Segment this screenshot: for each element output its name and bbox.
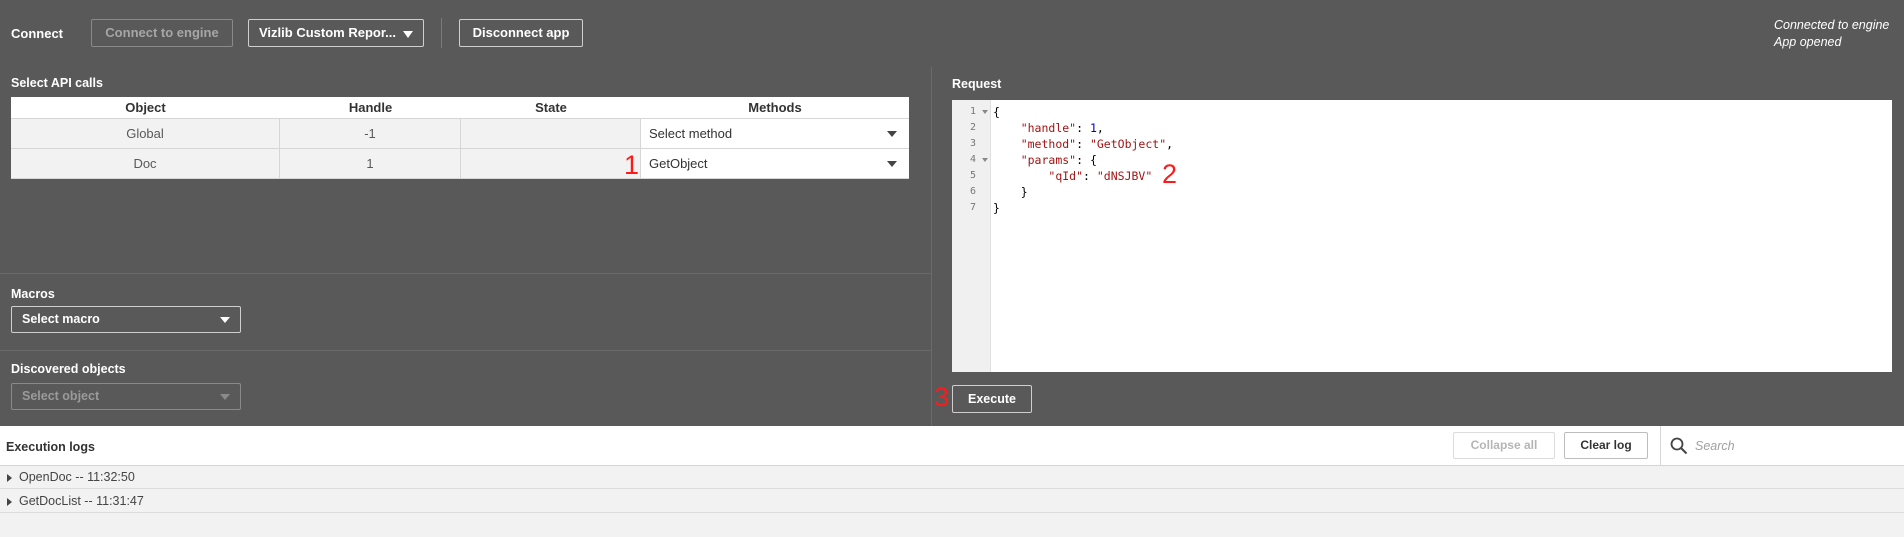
code-line: "qId": "dNSJBV" <box>1048 169 1153 183</box>
select-macro-value: Select macro <box>22 312 100 326</box>
app-select-dropdown[interactable]: Vizlib Custom Repor... <box>248 19 424 47</box>
discovered-objects-title: Discovered objects <box>11 362 126 376</box>
connect-label: Connect <box>11 26 63 41</box>
column-header-object: Object <box>125 100 166 115</box>
code-line: } <box>993 185 1028 199</box>
cell-handle: 1 <box>280 149 461 178</box>
toolbar: Connect Connect to engine Vizlib Custom … <box>0 0 1904 67</box>
macros-title: Macros <box>11 287 55 301</box>
select-macro-dropdown[interactable]: Select macro <box>11 306 241 333</box>
annotation-marker-1: 1 <box>624 150 640 180</box>
line-number: 3 <box>970 138 977 149</box>
log-entry-label: OpenDoc -- 11:32:50 <box>19 470 135 484</box>
annotation-marker-3: 3 <box>934 382 950 412</box>
section-divider <box>0 273 931 274</box>
search-icon <box>1670 437 1688 455</box>
status-line-app: App opened <box>1774 35 1842 49</box>
connection-status: Connected to engine App opened <box>1774 17 1904 51</box>
clear-log-button[interactable]: Clear log <box>1564 432 1648 459</box>
code-key: "params" <box>1020 153 1077 167</box>
code-line: "handle": 1, <box>1020 121 1104 135</box>
execution-logs-panel: Execution logs Collapse all Clear log Op… <box>0 426 1904 537</box>
code-line: } <box>993 201 1000 215</box>
collapse-all-button[interactable]: Collapse all <box>1453 432 1555 459</box>
chevron-down-icon <box>887 131 897 137</box>
select-api-calls-title: Select API calls <box>11 76 103 90</box>
table-row-doc[interactable]: Doc 1 GetObject <box>11 149 909 179</box>
code-line: "params": { <box>1020 153 1097 167</box>
status-line-engine: Connected to engine <box>1774 18 1890 32</box>
chevron-down-icon <box>220 317 230 323</box>
select-object-dropdown[interactable]: Select object <box>11 383 241 410</box>
column-header-state: State <box>535 100 567 115</box>
line-number: 2 <box>970 122 977 133</box>
disconnect-app-button[interactable]: Disconnect app <box>459 19 583 47</box>
log-entry[interactable]: OpenDoc -- 11:32:50 <box>0 466 1904 489</box>
cell-object: Doc <box>11 149 280 178</box>
method-select-global[interactable]: Select method <box>641 119 909 148</box>
line-number: 7 <box>970 202 977 213</box>
code-key: "qId" <box>1048 169 1084 183</box>
method-select-value: GetObject <box>649 156 708 171</box>
annotation-marker-2: 2 <box>1162 159 1178 189</box>
api-calls-table: Object Handle State Methods Global -1 Se… <box>11 97 909 179</box>
fold-arrow-icon[interactable] <box>982 110 988 114</box>
method-select-doc[interactable]: GetObject <box>641 149 909 178</box>
column-header-methods: Methods <box>748 100 802 115</box>
line-number: 6 <box>970 186 977 197</box>
expand-arrow-icon[interactable] <box>7 498 12 506</box>
log-entry[interactable]: GetDocList -- 11:31:47 <box>0 490 1904 513</box>
cell-object: Global <box>11 119 280 148</box>
cell-handle: -1 <box>280 119 461 148</box>
app-select-value: Vizlib Custom Repor... <box>259 25 397 40</box>
chevron-down-icon <box>220 394 230 400</box>
code-value: "GetObject" <box>1089 137 1167 151</box>
code-line: { <box>993 105 1000 119</box>
code-key: "method" <box>1020 137 1077 151</box>
code-key: "handle" <box>1020 121 1077 135</box>
request-title: Request <box>952 77 1002 91</box>
cell-state <box>461 119 641 148</box>
section-divider <box>0 350 931 351</box>
execution-logs-title: Execution logs <box>6 440 95 454</box>
select-object-value: Select object <box>22 389 100 403</box>
fold-arrow-icon[interactable] <box>982 158 988 162</box>
line-number: 5 <box>970 170 977 181</box>
table-row-global[interactable]: Global -1 Select method <box>11 119 909 149</box>
code-value: "dNSJBV" <box>1096 169 1153 183</box>
code-value: 1 <box>1089 121 1097 135</box>
log-entry-label: GetDocList -- 11:31:47 <box>19 494 144 508</box>
method-select-value: Select method <box>649 126 733 141</box>
log-search <box>1660 426 1904 466</box>
code-line: "method": "GetObject", <box>1020 137 1174 151</box>
editor-gutter: 1 2 3 4 5 6 7 <box>952 100 991 372</box>
toolbar-divider <box>441 18 442 48</box>
search-input[interactable] <box>1695 435 1895 457</box>
cell-state <box>461 149 641 178</box>
table-header: Object Handle State Methods <box>11 97 909 119</box>
chevron-down-icon <box>887 161 897 167</box>
execute-button[interactable]: Execute <box>952 385 1032 413</box>
panel-divider <box>931 67 932 426</box>
logs-toolbar: Execution logs Collapse all Clear log <box>0 426 1904 466</box>
expand-arrow-icon[interactable] <box>7 474 12 482</box>
connect-to-engine-button[interactable]: Connect to engine <box>91 19 233 47</box>
request-editor[interactable]: 1 2 3 4 5 6 7 { "handle": 1, "method": "… <box>952 100 1892 372</box>
request-code: { "handle": 1, "method": "GetObject", "p… <box>993 104 1173 216</box>
chevron-down-icon <box>403 31 413 38</box>
column-header-handle: Handle <box>348 100 393 115</box>
